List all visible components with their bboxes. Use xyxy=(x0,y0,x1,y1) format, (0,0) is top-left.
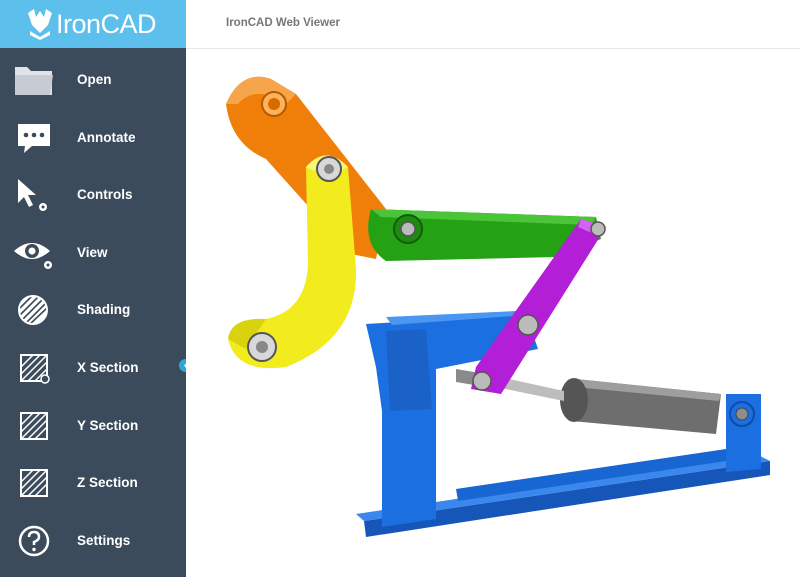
sidebar-item-view[interactable]: View xyxy=(0,225,186,283)
hatched-circle-icon xyxy=(12,290,56,330)
sidebar-item-label: Z Section xyxy=(77,475,138,491)
cad-model[interactable] xyxy=(186,49,800,577)
help-circle-icon xyxy=(12,521,56,561)
sidebar-item-label: Settings xyxy=(77,532,131,548)
folder-icon xyxy=(12,60,56,100)
sidebar-item-label: Shading xyxy=(77,302,131,318)
sidebar-item-label: View xyxy=(77,244,108,260)
3d-viewport[interactable] xyxy=(186,49,800,577)
sidebar-item-settings[interactable]: Settings xyxy=(0,513,186,571)
sidebar-menu: Open Annotate Controls View Shading X Se… xyxy=(0,52,186,570)
sidebar: IronCAD Open Annotate Controls View Shad… xyxy=(0,0,186,577)
ironcad-logo-icon xyxy=(26,7,54,41)
sidebar-item-shading[interactable]: Shading xyxy=(0,282,186,340)
sidebar-item-z-section[interactable]: Z Section xyxy=(0,455,186,513)
eye-icon xyxy=(12,233,56,273)
logo-text: IronCAD xyxy=(56,9,157,39)
speech-bubble-icon xyxy=(12,118,56,158)
sidebar-item-controls[interactable]: Controls xyxy=(0,167,186,225)
sidebar-item-annotate[interactable]: Annotate xyxy=(0,110,186,168)
x-section-icon xyxy=(12,348,56,388)
sidebar-item-open[interactable]: Open xyxy=(0,52,186,110)
sidebar-item-y-section[interactable]: Y Section xyxy=(0,398,186,456)
page-title: IronCAD Web Viewer xyxy=(226,17,340,29)
logo-bar[interactable]: IronCAD xyxy=(0,0,186,48)
cursor-icon xyxy=(12,175,56,215)
sidebar-item-label: Y Section xyxy=(77,417,139,433)
sidebar-item-label: X Section xyxy=(77,359,139,375)
sidebar-item-x-section[interactable]: X Section xyxy=(0,340,186,398)
sidebar-item-label: Annotate xyxy=(77,129,136,145)
orange-link[interactable] xyxy=(226,76,386,260)
header: IronCAD Web Viewer xyxy=(186,0,800,49)
sidebar-item-label: Controls xyxy=(77,187,133,203)
sidebar-item-label: Open xyxy=(77,72,112,87)
y-section-icon xyxy=(12,406,56,446)
z-section-icon xyxy=(12,463,56,503)
